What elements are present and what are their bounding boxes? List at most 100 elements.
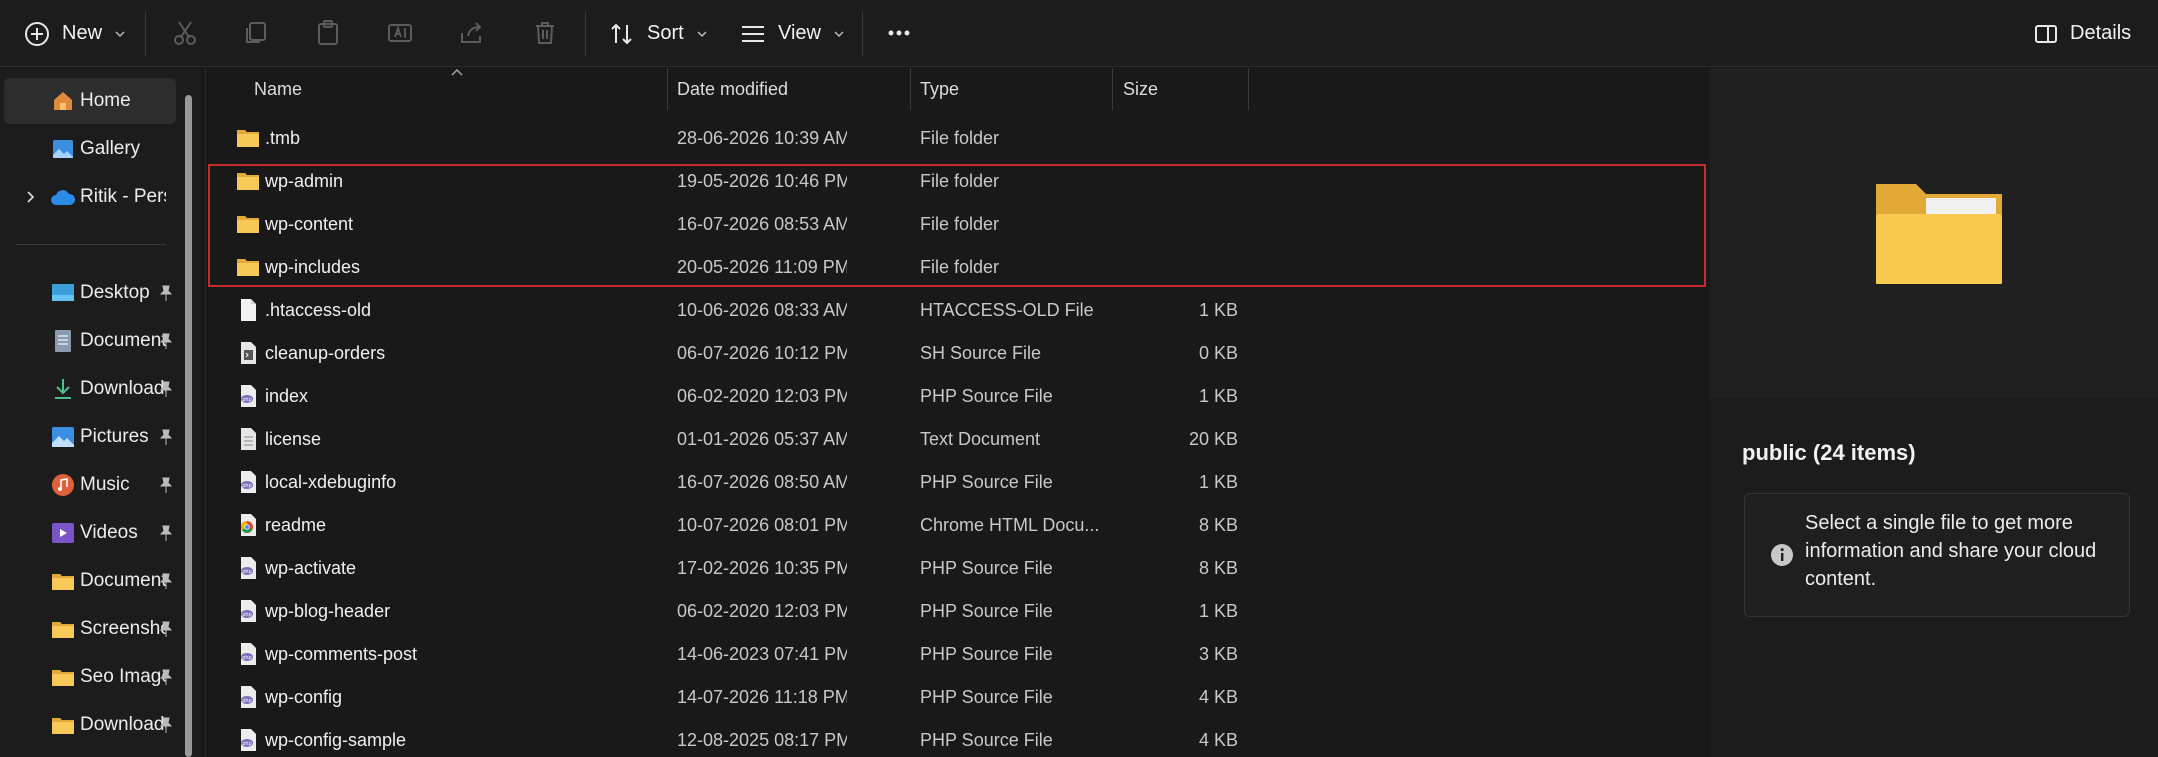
sidebar-item-label: Documents <box>80 330 166 351</box>
pin-icon <box>159 525 173 541</box>
sidebar-item-label: Gallery <box>80 138 141 159</box>
details-pane-icon <box>2035 24 2057 43</box>
delete-button[interactable] <box>528 16 562 50</box>
column-header-date[interactable]: Date modified <box>677 68 788 110</box>
pin-icon <box>159 429 173 445</box>
folder-icon <box>50 616 76 642</box>
music-icon <box>50 472 76 498</box>
navigation-pane: Home Gallery Ritik - Personal Desktop Do… <box>0 68 200 757</box>
sidebar-item-documents-folder[interactable]: Documents <box>4 558 176 604</box>
file-type: File folder <box>920 171 1000 191</box>
file-row[interactable]: php wp-activate 17-02-2026 10:35 PM PHP Sou… <box>206 547 1710 590</box>
file-row[interactable]: php wp-blog-header 06-02-2020 12:03 PM PHP … <box>206 590 1710 633</box>
pin-icon <box>159 621 173 637</box>
file-type: PHP Source File <box>920 730 1053 750</box>
pin-icon <box>159 573 173 589</box>
sidebar-item-label: Screenshots <box>80 618 166 639</box>
more-options-button[interactable] <box>882 16 916 50</box>
onedrive-cloud-icon <box>50 184 76 210</box>
file-row[interactable]: .tmb 28-06-2026 10:39 AM File folder <box>206 117 1710 160</box>
folder-icon <box>50 712 76 738</box>
chevron-right-icon[interactable] <box>24 190 38 204</box>
file-row[interactable]: php wp-comments-post 14-06-2023 07:41 PM PH… <box>206 633 1710 676</box>
toolbar-divider <box>585 12 586 56</box>
sidebar-item-music[interactable]: Music <box>4 462 176 508</box>
file-row[interactable]: wp-admin 19-05-2026 10:46 PM File folder <box>206 160 1710 203</box>
file-type: Chrome HTML Docu... <box>920 515 1100 535</box>
chrome-file-icon <box>236 513 260 537</box>
cut-button[interactable] <box>168 16 202 50</box>
chevron-down-icon <box>834 30 844 37</box>
file-type: Text Document <box>920 429 1041 449</box>
details-pane: public (24 items) Select a single file t… <box>1710 68 2158 757</box>
sidebar-item-desktop[interactable]: Desktop <box>4 270 176 316</box>
file-row[interactable]: php wp-config 14-07-2026 11:18 PM PHP Sourc… <box>206 676 1710 719</box>
sidebar-item-downloads-folder[interactable]: Downloads <box>4 702 176 748</box>
file-name: wp-includes <box>265 257 361 277</box>
sidebar-item-label: Seo Images <box>80 666 166 687</box>
rename-button[interactable] <box>383 16 417 50</box>
file-type: PHP Source File <box>920 472 1053 492</box>
file-row[interactable]: wp-includes 20-05-2026 11:09 PM File folde… <box>206 246 1710 289</box>
file-row[interactable]: php wp-config-sample 12-08-2025 08:17 PM PH… <box>206 719 1710 757</box>
sidebar-item-videos[interactable]: Videos <box>4 510 176 556</box>
file-size: 0 KB <box>1198 343 1238 363</box>
sidebar-item-pictures[interactable]: Pictures <box>4 414 176 460</box>
share-icon <box>461 22 482 43</box>
file-row[interactable]: cleanup-orders 06-07-2026 10:12 PM SH Sour… <box>206 332 1710 375</box>
details-button[interactable]: Details <box>2034 0 2131 67</box>
sidebar-item-screenshots[interactable]: Screenshots <box>4 606 176 652</box>
file-type: PHP Source File <box>920 644 1053 664</box>
column-header-type[interactable]: Type <box>920 68 959 110</box>
file-type: PHP Source File <box>920 687 1053 707</box>
php-file-icon: php <box>236 470 260 494</box>
file-name: wp-config <box>265 687 343 707</box>
sidebar-item-gallery[interactable]: Gallery <box>4 126 176 172</box>
plus-circle-icon <box>25 21 49 46</box>
pin-icon <box>159 669 173 685</box>
sort-button[interactable]: Sort <box>609 0 708 67</box>
folder-icon <box>236 212 260 236</box>
sidebar-item-seo-images[interactable]: Seo Images <box>4 654 176 700</box>
chevron-down-icon <box>697 30 707 37</box>
column-header-name[interactable]: Name <box>254 68 302 110</box>
file-row[interactable]: php local-xdebuginfo 16-07-2026 08:50 AM PH… <box>206 461 1710 504</box>
file-name: wp-admin <box>265 171 344 191</box>
file-row[interactable]: readme 10-07-2026 08:01 PM Chrome HTML Doc… <box>206 504 1710 547</box>
share-button[interactable] <box>455 16 489 50</box>
sidebar-item-home[interactable]: Home <box>4 78 176 124</box>
sidebar-scrollbar[interactable] <box>185 95 192 757</box>
sidebar-item-label: Downloads <box>80 378 166 399</box>
sidebar-item-onedrive[interactable]: Ritik - Personal <box>4 174 176 220</box>
new-button[interactable]: New <box>24 0 126 67</box>
column-header-size[interactable]: Size <box>1123 68 1158 110</box>
sort-label: Sort <box>647 22 684 44</box>
view-icon <box>742 25 764 42</box>
file-list: Name Date modified Type Size .tmb 28-06-2… <box>206 68 1710 757</box>
sidebar-item-documents[interactable]: Documents <box>4 318 176 364</box>
sidebar-item-downloads[interactable]: Downloads <box>4 366 176 412</box>
file-date: 06-02-2020 12:03 PM <box>677 386 847 406</box>
column-divider[interactable] <box>1248 68 1249 110</box>
file-row[interactable]: wp-content 16-07-2026 08:53 AM File folder <box>206 203 1710 246</box>
paste-button[interactable] <box>311 16 345 50</box>
file-size: 1 KB <box>1198 472 1238 492</box>
column-divider[interactable] <box>910 68 911 110</box>
file-row[interactable]: php index 06-02-2020 12:03 PM PHP Source Fi… <box>206 375 1710 418</box>
view-button[interactable]: View <box>740 0 845 67</box>
sidebar-item-label: Home <box>80 90 131 111</box>
file-date: 28-06-2026 10:39 AM <box>677 128 847 148</box>
file-row[interactable]: license 01-01-2026 05:37 AM Text Document 2… <box>206 418 1710 461</box>
file-date: 14-07-2026 11:18 PM <box>677 687 847 707</box>
column-divider[interactable] <box>1112 68 1113 110</box>
copy-button[interactable] <box>239 16 273 50</box>
file-size <box>1106 203 1238 246</box>
column-divider[interactable] <box>667 68 668 110</box>
file-name: wp-blog-header <box>265 601 391 621</box>
file-type: File folder <box>920 128 1000 148</box>
sidebar-item-label: Pictures <box>80 426 149 447</box>
toolbar-divider <box>862 12 863 56</box>
file-type: PHP Source File <box>920 386 1053 406</box>
file-row[interactable]: .htaccess-old 10-06-2026 08:33 AM HTACCESS… <box>206 289 1710 332</box>
file-size: 4 KB <box>1198 730 1238 750</box>
